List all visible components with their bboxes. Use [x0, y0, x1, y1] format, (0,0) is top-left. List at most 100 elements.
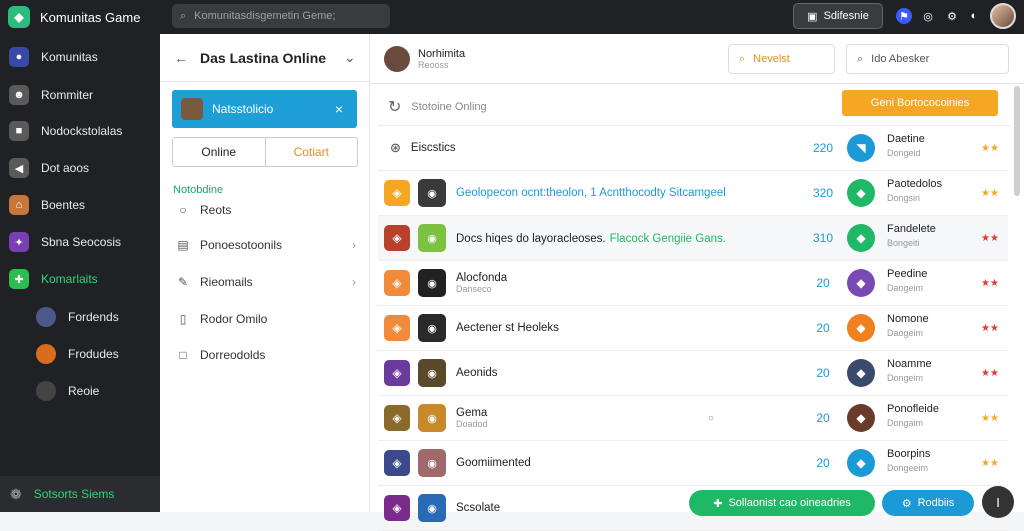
briefcase-icon: ■: [9, 121, 29, 141]
panel-item-ponoesotoonils[interactable]: ▤ Ponoesotoonils ›: [176, 238, 356, 252]
close-icon[interactable]: ×: [335, 101, 343, 117]
row-title: Eiscstics: [410, 142, 456, 154]
row-text: Geolopecon ocnt:theolon, 1 Acntthocodty …: [446, 187, 726, 199]
row-title: Geolopecon ocnt:theolon, 1 Acntthocodty …: [456, 187, 726, 199]
list-icon: ▤: [177, 238, 189, 252]
primary-footer-button[interactable]: ✚ Sollaonist cao oineadries: [689, 490, 875, 516]
row-title: Gema: [456, 407, 488, 419]
globe-icon[interactable]: ◎: [920, 8, 936, 24]
subbar-label: Stotoine Onling: [411, 100, 487, 113]
rating-stars: ★★: [981, 367, 999, 379]
user-avatar[interactable]: [990, 3, 1016, 29]
avatar-icon: [36, 344, 56, 364]
nav-subitem-reoie[interactable]: Reoie: [0, 373, 160, 409]
row-text: Alocfonda Danseco: [446, 272, 507, 294]
refresh-icon[interactable]: ↻: [388, 97, 401, 117]
fab-button[interactable]: I: [982, 486, 1014, 518]
app-logo[interactable]: ◆: [8, 6, 30, 28]
avatar-icon: [36, 307, 56, 327]
avatar[interactable]: [384, 45, 410, 72]
row-number: 20: [816, 276, 830, 290]
rating-stars: ★★: [981, 322, 999, 334]
gamepad-icon: ▣: [807, 10, 818, 23]
panel-item-label: Rodor Omilo: [200, 312, 268, 326]
content-search-input[interactable]: ⌕ Ido Abesker: [846, 44, 1009, 74]
table-row[interactable]: ◈ ◉ Alocfonda Danseco 20 ◆ Peedine Daogeim ★★: [378, 261, 1008, 306]
row-number: 20: [816, 321, 830, 335]
nav-footer[interactable]: ❁ Sotsorts Siems: [0, 476, 160, 512]
notification-icon[interactable]: ⚑: [896, 8, 912, 24]
avatar: [181, 98, 203, 120]
row-title: Goomiimented: [456, 457, 531, 469]
right-sub: Dongaim: [887, 418, 924, 428]
panel-item-dorreodolds[interactable]: □ Dorreodolds: [176, 348, 356, 362]
row-subtitle: Doadod: [456, 419, 488, 429]
nav-label: Nodockstolalas: [41, 124, 123, 138]
search-input[interactable]: Komunitasdisgemetin Geme;: [194, 10, 335, 22]
gear-icon: ⚙: [901, 497, 912, 510]
square-icon: □: [179, 348, 187, 362]
nav-item-komunitas[interactable]: ● Komunitas: [0, 39, 160, 75]
row-number: 20: [816, 411, 830, 425]
table-row[interactable]: ◈ ◉ Aeonids 20 ◆ Noamme Dongeim ★★: [378, 351, 1008, 396]
search-box[interactable]: ⌕ Komunitasdisgemetin Geme;: [172, 4, 390, 28]
nav-item-nodockstolalas[interactable]: ■ Nodockstolalas: [0, 113, 160, 149]
rating-stars: ★★: [981, 232, 999, 244]
game-icon: ◉: [418, 314, 446, 342]
chevron-down-icon[interactable]: ⌄: [344, 49, 356, 66]
nav-item-komarlaits[interactable]: ✚ Komarlaits: [0, 261, 160, 297]
panel-item-label: Ponoesotoonils: [200, 238, 283, 252]
pencil-icon: ✎: [177, 275, 189, 289]
toggle-online[interactable]: Online: [173, 138, 266, 166]
nav-item-dot-aoos[interactable]: ◀ Dot aoos: [0, 150, 160, 186]
avatar-icon: [36, 381, 56, 401]
secondary-footer-button[interactable]: ⚙ Rodbiis: [882, 490, 974, 516]
settings-icon[interactable]: ⚙: [944, 8, 960, 24]
right-name: Peedine: [887, 268, 928, 280]
nav-subitem-fordends[interactable]: Fordends: [0, 299, 160, 335]
panel-item-label: Dorreodolds: [200, 348, 266, 362]
nav-label: Boentes: [41, 198, 86, 212]
panel-item-reots[interactable]: ○ Reots: [176, 203, 356, 217]
plus-icon: ✚: [713, 497, 723, 510]
table-row[interactable]: ◈ ◉ Goomiimented 20 ◆ Boorpins Dongeeim ★★: [378, 441, 1008, 486]
status-toggle: Online Cotiart: [172, 137, 358, 167]
game-avatar: ◆: [847, 404, 875, 432]
scrollbar[interactable]: [1014, 86, 1020, 196]
game-avatar: ◥: [847, 134, 875, 162]
user-name: Norhimita: [418, 47, 466, 60]
toggle-cotiart[interactable]: Cotiart: [266, 138, 358, 166]
right-sub: Bongeiti: [887, 238, 920, 248]
panel-item-rodor-omilo[interactable]: ▯ Rodor Omilo: [176, 312, 356, 326]
secondary-footer-label: Rodbiis: [917, 497, 955, 509]
row-number: 220: [812, 141, 834, 155]
nav-subitem-frodudes[interactable]: Frodudes: [0, 336, 160, 372]
rating-stars: ★★: [981, 187, 999, 199]
table-row[interactable]: ◈ ◉ Gema Doadod ○ 20 ◆ Ponofleide Dongaim ★★: [378, 396, 1008, 441]
help-icon[interactable]: ◐: [966, 8, 982, 24]
row-number: 310: [812, 231, 834, 245]
right-name: Nomone: [887, 313, 929, 325]
nav-item-boentes[interactable]: ⌂ Boentes: [0, 187, 160, 223]
game-avatar: ◆: [847, 359, 875, 387]
newest-button[interactable]: ⌕ Nevelst: [728, 44, 835, 74]
row-number: 320: [812, 186, 834, 200]
table-row[interactable]: ◈ ◉ Aectener st Heoleks 20 ◆ Nomone Daogeim ★★: [378, 306, 1008, 351]
nav-item-rommiter[interactable]: ☻ Rommiter: [0, 77, 160, 113]
table-row[interactable]: ⊛ Eiscstics 220 ◥ Daetine Dongeid ★★: [378, 126, 1008, 171]
orange-action-button[interactable]: Geni Bortococoinies: [842, 90, 998, 116]
top-action-button[interactable]: ▣ Sdifesnie: [793, 3, 883, 29]
table-row[interactable]: ◈ ◉ Geolopecon ocnt:theolon, 1 Acntthocodt…: [378, 171, 1008, 216]
nav-item-sbna-seocosis[interactable]: ✦ Sbna Seocosis: [0, 224, 160, 260]
row-text: Gema Doadod: [446, 407, 488, 429]
selected-card[interactable]: Natsstolicio ×: [172, 90, 357, 128]
middle-panel: ← Das Lastina Online ⌄ Natsstolicio × On…: [160, 34, 370, 512]
nav-label: Komarlaits: [41, 272, 98, 286]
table-row[interactable]: ◈ ◉ Docs hiqes do layoracleoses. Flacock Ge…: [378, 216, 1008, 261]
top-action-label: Sdifesnie: [823, 10, 869, 22]
panel-item-rieomails[interactable]: ✎ Rieomails ›: [176, 275, 356, 289]
game-icon: ◉: [418, 404, 446, 432]
row-subtitle: Danseco: [456, 284, 492, 294]
game-icon: ◉: [418, 449, 446, 477]
back-arrow-icon[interactable]: ←: [174, 50, 188, 66]
